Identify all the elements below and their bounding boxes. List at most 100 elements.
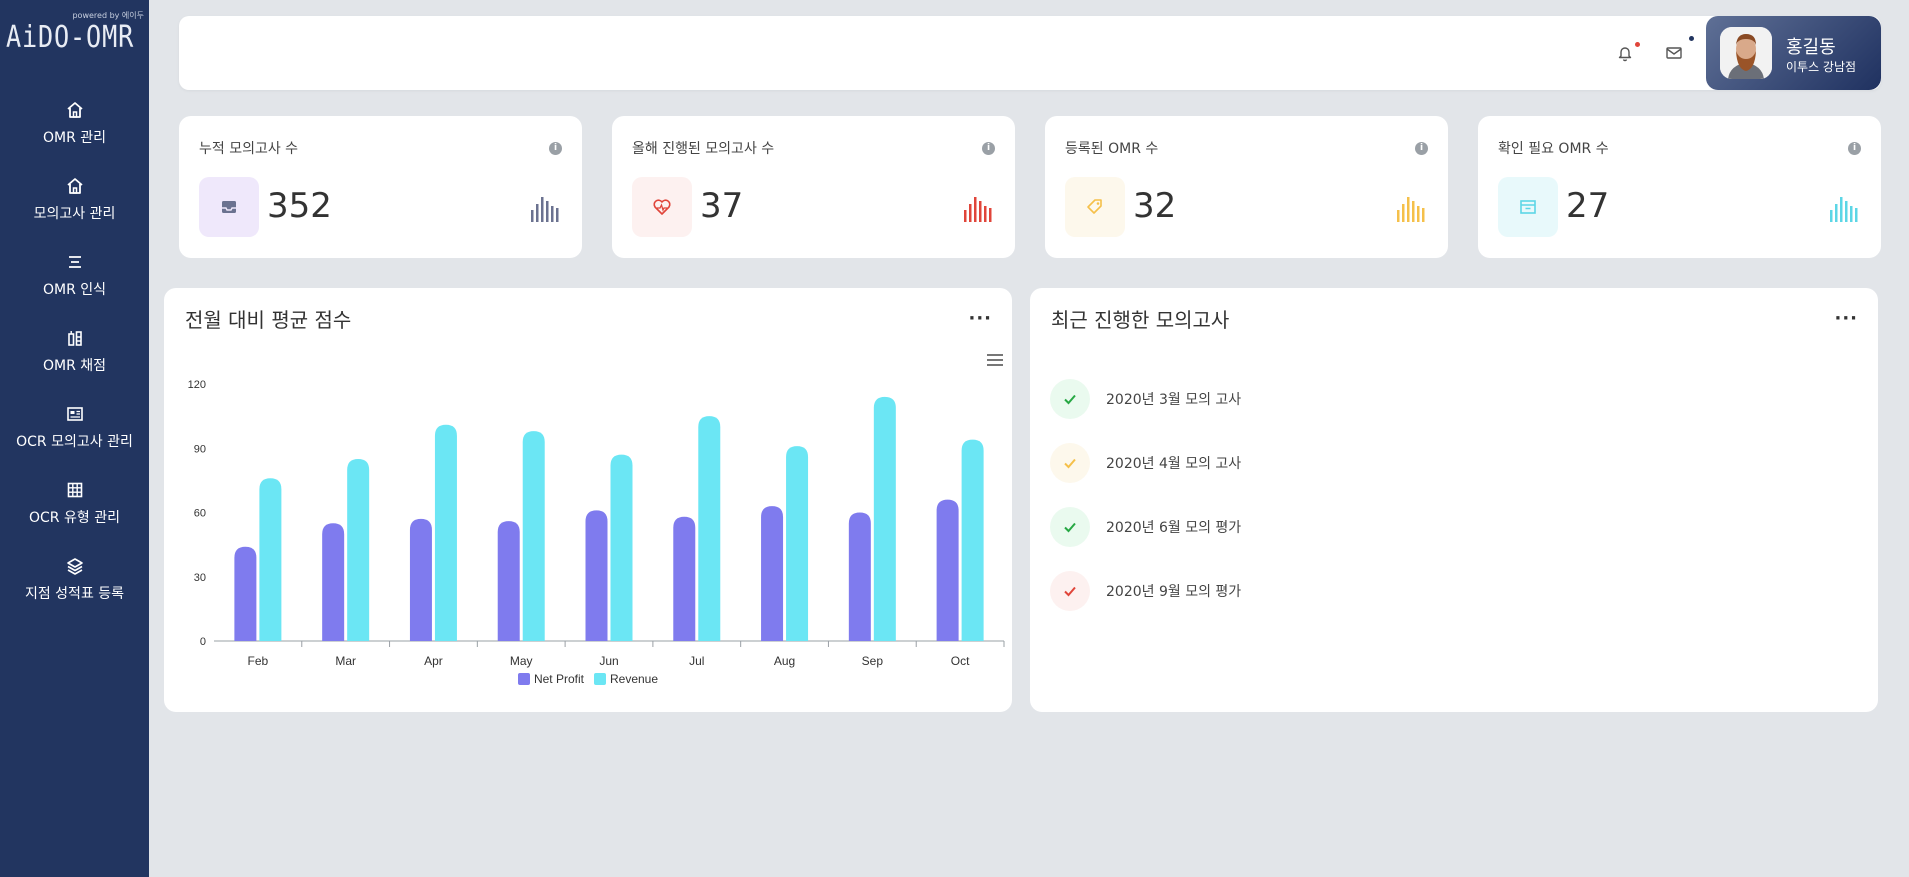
chart-menu-icon[interactable]	[987, 354, 1003, 366]
grid-icon	[65, 480, 85, 500]
score-icon	[65, 328, 85, 348]
sidebar: powered by 에이두 AiDO-OMR OMR 관리 모의고사 관리 O…	[0, 0, 149, 877]
bar-net-profit	[322, 523, 345, 641]
sidebar-item-label: OCR 유형 관리	[29, 510, 120, 526]
stat-value: 37	[700, 186, 744, 226]
sparkline-bars	[531, 197, 559, 222]
home-icon	[65, 176, 85, 196]
y-tick-label: 120	[188, 379, 206, 391]
list-item-label: 2020년 9월 모의 평가	[1106, 584, 1242, 600]
bar-revenue	[873, 396, 896, 641]
x-tick-label: Aug	[774, 654, 795, 668]
check-icon	[1050, 507, 1090, 547]
avatar	[1720, 27, 1772, 79]
sidebar-item-omr-recognize[interactable]: OMR 인식	[0, 247, 149, 323]
mail-icon[interactable]	[1664, 43, 1684, 63]
stat-title: 확인 필요 OMR 수	[1498, 141, 1609, 157]
user-profile[interactable]: 홍길동 이투스 강남점	[1706, 16, 1881, 90]
stat-title: 등록된 OMR 수	[1065, 141, 1159, 157]
sidebar-item-ocr-exam-manage[interactable]: OCR 모의고사 관리	[0, 399, 149, 475]
y-tick-label: 60	[194, 508, 206, 520]
list-item[interactable]: 2020년 6월 모의 평가	[1050, 495, 1241, 559]
stat-card-total-exams: 누적 모의고사 수 i 352	[179, 116, 582, 258]
list-item[interactable]: 2020년 9월 모의 평가	[1050, 559, 1241, 623]
bar-revenue	[259, 478, 282, 641]
list-icon	[65, 252, 85, 272]
logo-text: AiDO-OMR	[6, 20, 135, 55]
stat-value: 352	[267, 186, 332, 226]
sidebar-item-ocr-type-manage[interactable]: OCR 유형 관리	[0, 475, 149, 551]
x-tick-label: Jun	[599, 654, 618, 668]
app-logo[interactable]: powered by 에이두 AiDO-OMR	[6, 10, 146, 60]
sparkline-bars	[964, 197, 992, 222]
sidebar-item-exam-manage[interactable]: 모의고사 관리	[0, 171, 149, 247]
sidebar-item-omr-manage[interactable]: OMR 관리	[0, 95, 149, 171]
stat-title: 누적 모의고사 수	[199, 141, 299, 157]
bar-revenue	[522, 431, 545, 641]
archive-icon	[1498, 177, 1558, 237]
heart-rate-icon	[632, 177, 692, 237]
legend-label: Revenue	[609, 672, 659, 686]
recent-exams-panel: 최근 진행한 모의고사 ··· 2020년 3월 모의 고사 2020년 4월 …	[1030, 288, 1878, 712]
legend-swatch	[517, 673, 530, 685]
sidebar-item-branch-report[interactable]: 지점 성적표 등록	[0, 551, 149, 627]
stat-card-exams-this-year: 올해 진행된 모의고사 수 i 37	[612, 116, 1015, 258]
sidebar-item-omr-scoring[interactable]: OMR 채점	[0, 323, 149, 399]
stat-value: 27	[1566, 186, 1610, 226]
stat-card-registered-omr: 등록된 OMR 수 i 32	[1045, 116, 1448, 258]
user-branch: 이투스 강남점	[1786, 60, 1857, 74]
inbox-icon	[199, 177, 259, 237]
sidebar-item-label: OCR 모의고사 관리	[16, 434, 133, 450]
y-tick-label: 0	[200, 636, 206, 648]
y-tick-label: 30	[194, 572, 206, 584]
more-options-button[interactable]: ···	[1834, 308, 1858, 329]
user-name: 홍길동	[1786, 37, 1836, 58]
sidebar-nav: OMR 관리 모의고사 관리 OMR 인식 OMR 채점 OCR 모의고사 관리	[0, 95, 149, 627]
x-tick-label: Sep	[862, 654, 884, 668]
home-icon	[65, 100, 85, 120]
x-tick-label: May	[510, 654, 533, 668]
legend-item-net-profit[interactable]: Net Profit	[517, 672, 584, 686]
bar-net-profit	[848, 512, 871, 641]
bar-revenue	[610, 454, 633, 641]
x-tick-label: Apr	[424, 654, 443, 668]
bar-net-profit	[673, 516, 696, 641]
sidebar-item-label: OMR 인식	[42, 282, 107, 298]
bar-net-profit	[936, 499, 959, 641]
x-tick-label: Mar	[335, 654, 356, 668]
stat-value: 32	[1133, 186, 1177, 226]
list-item[interactable]: 2020년 4월 모의 고사	[1050, 431, 1241, 495]
stat-title: 올해 진행된 모의고사 수	[632, 141, 775, 157]
info-icon[interactable]: i	[549, 142, 562, 155]
bar-revenue	[347, 458, 370, 641]
legend-item-revenue[interactable]: Revenue	[593, 672, 659, 686]
info-icon[interactable]: i	[1415, 142, 1428, 155]
top-header	[179, 16, 1881, 90]
info-icon[interactable]: i	[1848, 142, 1861, 155]
check-icon	[1050, 379, 1090, 419]
legend-swatch	[593, 673, 606, 685]
bar-net-profit	[409, 518, 432, 641]
notification-dot	[1635, 42, 1640, 47]
bar-revenue	[786, 446, 809, 641]
sparkline-bars	[1830, 197, 1858, 222]
bar-net-profit	[497, 521, 520, 641]
chart-panel: 전월 대비 평균 점수 ··· 0 30 60 90 120 Feb Mar Apr May Ju…	[164, 288, 1012, 712]
bar-revenue	[961, 439, 984, 641]
list-item[interactable]: 2020년 3월 모의 고사	[1050, 367, 1241, 431]
bar-net-profit	[761, 506, 784, 641]
legend-label: Net Profit	[533, 672, 584, 686]
bar-chart: 0 30 60 90 120 Feb Mar Apr May Jun Jul Aug Sep Oct	[188, 354, 1005, 668]
newspaper-icon	[65, 404, 85, 424]
bar-revenue	[698, 416, 721, 641]
bell-icon[interactable]	[1615, 43, 1635, 63]
sidebar-item-label: 지점 성적표 등록	[24, 586, 125, 602]
sparkline-bars	[1397, 197, 1425, 222]
stat-card-omr-needs-review: 확인 필요 OMR 수 i 27	[1478, 116, 1881, 258]
y-tick-label: 90	[194, 443, 206, 455]
layers-icon	[65, 556, 85, 576]
info-icon[interactable]: i	[982, 142, 995, 155]
bar-revenue	[434, 424, 457, 641]
list-item-label: 2020년 6월 모의 평가	[1106, 520, 1242, 536]
x-tick-label: Oct	[951, 654, 970, 668]
